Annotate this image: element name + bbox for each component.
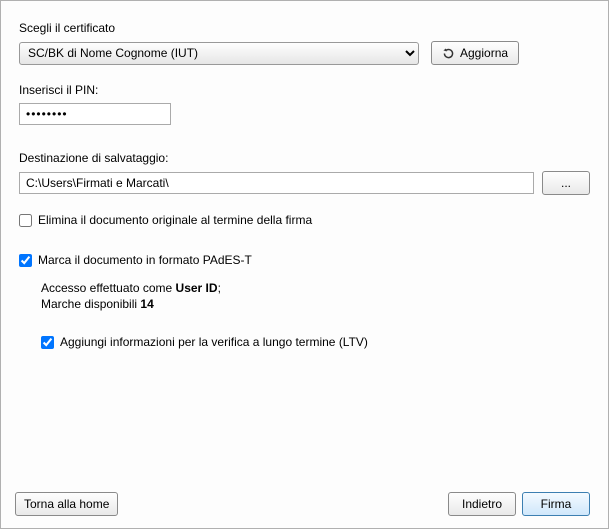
- destination-input[interactable]: [19, 172, 534, 194]
- refresh-icon: [442, 47, 455, 60]
- certificate-select[interactable]: SC/BK di Nome Cognome (IUT): [19, 42, 419, 65]
- destination-row: ...: [19, 171, 590, 195]
- delete-original-row: Elimina il documento originale al termin…: [19, 213, 590, 227]
- marks-line: Marche disponibili 14: [41, 297, 590, 311]
- ltv-checkbox[interactable]: [41, 336, 54, 349]
- mark-pades-row: Marca il documento in formato PAdES-T: [19, 253, 590, 267]
- ltv-row: Aggiungi informazioni per la verifica a …: [41, 335, 590, 349]
- access-suffix: ;: [218, 281, 221, 295]
- back-button[interactable]: Indietro: [448, 492, 516, 516]
- ltv-label: Aggiungi informazioni per la verifica a …: [60, 335, 368, 349]
- destination-label: Destinazione di salvataggio:: [19, 151, 590, 165]
- home-button[interactable]: Torna alla home: [15, 492, 118, 516]
- bottom-bar: Torna alla home Indietro Firma: [15, 492, 590, 516]
- certificate-label: Scegli il certificato: [19, 21, 590, 35]
- mark-pades-label: Marca il documento in formato PAdES-T: [38, 253, 252, 267]
- certificate-select-wrap: SC/BK di Nome Cognome (IUT): [19, 42, 419, 65]
- pin-label: Inserisci il PIN:: [19, 83, 590, 97]
- signing-dialog: Scegli il certificato SC/BK di Nome Cogn…: [0, 0, 609, 529]
- access-prefix: Accesso effettuato come: [41, 281, 176, 295]
- refresh-label: Aggiorna: [460, 46, 508, 60]
- marks-count: 14: [140, 297, 153, 311]
- access-line: Accesso effettuato come User ID;: [41, 281, 590, 295]
- pin-input[interactable]: [19, 103, 171, 125]
- marks-prefix: Marche disponibili: [41, 297, 140, 311]
- access-user-id: User ID: [176, 281, 218, 295]
- delete-original-checkbox[interactable]: [19, 214, 32, 227]
- mark-pades-checkbox[interactable]: [19, 254, 32, 267]
- sign-button[interactable]: Firma: [522, 492, 590, 516]
- browse-button[interactable]: ...: [542, 171, 590, 195]
- status-block: Accesso effettuato come User ID; Marche …: [41, 281, 590, 349]
- refresh-button[interactable]: Aggiorna: [431, 41, 519, 65]
- delete-original-label: Elimina il documento originale al termin…: [38, 213, 312, 227]
- certificate-row: SC/BK di Nome Cognome (IUT) Aggiorna: [19, 41, 590, 65]
